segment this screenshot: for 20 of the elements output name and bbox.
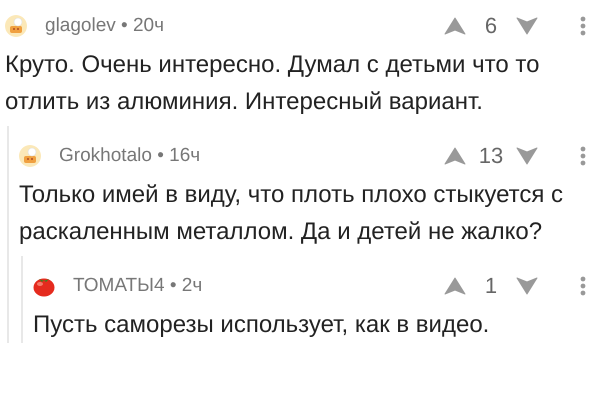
more-icon[interactable] xyxy=(580,276,586,296)
comment-text: Круто. Очень интересно. Думал с детьми что то отлить из алюминия. Интересный вариант. xyxy=(5,50,540,117)
more-icon[interactable] xyxy=(580,146,586,166)
more-icon[interactable] xyxy=(580,16,586,36)
author-meta: ТОМАТЫ4 • 2ч xyxy=(73,275,204,297)
downvote-icon[interactable] xyxy=(516,17,538,35)
comment-text: Только имей в виду, что плоть плохо стыкуется с раскаленным металлом. Да и детей не жалко? xyxy=(19,180,564,247)
comment-text: Пусть саморезы использует, как в видео. xyxy=(33,310,490,340)
avatar-icon xyxy=(5,15,27,37)
downvote-icon[interactable] xyxy=(516,277,538,295)
avatar-icon xyxy=(19,145,41,167)
author-meta: Grokhotalo • 16ч xyxy=(59,145,202,167)
upvote-icon[interactable] xyxy=(444,17,466,35)
downvote-icon[interactable] xyxy=(516,147,538,165)
vote-count: 6 xyxy=(484,13,498,39)
author-meta: glagolev • 20ч xyxy=(45,15,166,37)
vote-count: 1 xyxy=(484,273,498,299)
vote-count: 13 xyxy=(478,143,504,169)
upvote-icon[interactable] xyxy=(444,147,466,165)
upvote-icon[interactable] xyxy=(444,277,466,295)
